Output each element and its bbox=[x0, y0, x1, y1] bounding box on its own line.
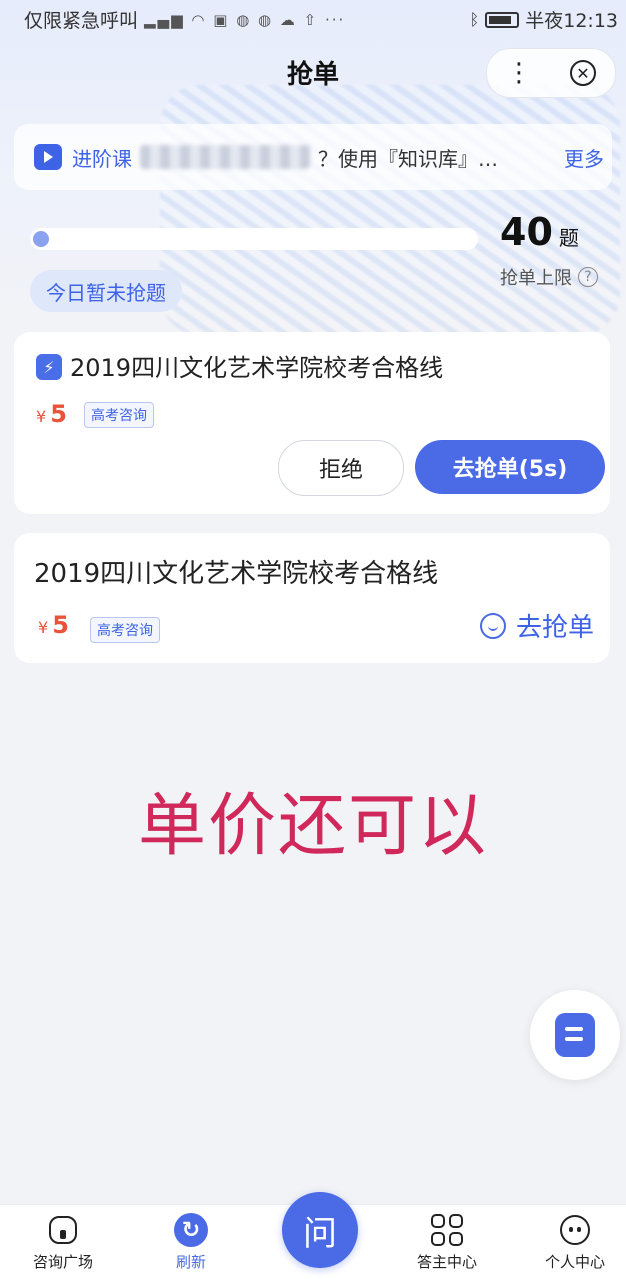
nav-label: 个人中心 bbox=[544, 1253, 605, 1271]
quota-progress-fill bbox=[33, 231, 49, 247]
notice-bar[interactable]: 进阶课 ？使用『知识库』… 更多 bbox=[14, 124, 612, 190]
home-icon-wrap bbox=[46, 1213, 80, 1247]
title-bar: 抢单 ⋮ ✕ bbox=[0, 44, 626, 100]
grid-icon-wrap bbox=[430, 1213, 464, 1247]
redacted-text bbox=[140, 145, 310, 169]
note-icon bbox=[555, 1013, 595, 1057]
bluetooth-icon: ᛒ bbox=[469, 10, 480, 29]
category-tag: 高考咨询 bbox=[84, 402, 154, 428]
notice-text: ？使用『知识库』… bbox=[318, 146, 498, 171]
question-title: 2019四川文化艺术学院校考合格线 bbox=[70, 354, 444, 382]
question-card-active: ⚡ 2019四川文化艺术学院校考合格线 ¥ 5 高考咨询 拒绝 去抢单(5s) bbox=[14, 332, 610, 514]
reject-button[interactable]: 拒绝 bbox=[278, 440, 404, 496]
home-icon bbox=[49, 1216, 77, 1244]
ask-button[interactable]: 问 bbox=[282, 1192, 358, 1268]
refresh-icon-wrap: ↻ bbox=[174, 1213, 208, 1247]
category-tag: 高考咨询 bbox=[90, 617, 160, 643]
nav-item-plaza[interactable]: 咨询广场 bbox=[13, 1213, 113, 1272]
price-value: 5 bbox=[52, 611, 69, 639]
close-icon: ✕ bbox=[570, 60, 596, 86]
today-status-pill: 今日暂未抢题 bbox=[30, 270, 182, 312]
quota-progress-bar bbox=[30, 228, 478, 250]
overlay-caption: 单价还可以 bbox=[137, 787, 488, 866]
nav-item-refresh[interactable]: ↻ 刷新 bbox=[141, 1213, 241, 1272]
status-left: 仅限紧急呼叫 ▂▄▆ ◠ ▣ ◍ ◍ ☁ ⇧ ··· bbox=[24, 6, 345, 33]
nav-label: 答主中心 bbox=[416, 1253, 477, 1271]
more-menu-button[interactable]: ⋮ bbox=[499, 53, 539, 93]
quota-count-unit: 题 bbox=[558, 226, 579, 250]
status-right: ᛒ 半夜12:13 bbox=[470, 6, 618, 33]
grid-icon bbox=[431, 1214, 463, 1246]
status-time: 半夜12:13 bbox=[525, 10, 618, 32]
floating-action-button[interactable] bbox=[530, 990, 620, 1080]
currency-symbol: ¥ bbox=[38, 618, 49, 637]
nav-label: 咨询广场 bbox=[32, 1253, 93, 1271]
quota-count-number: 40 bbox=[500, 210, 553, 254]
carrier-text: 仅限紧急呼叫 bbox=[24, 10, 139, 32]
question-title: 2019四川文化艺术学院校考合格线 bbox=[34, 559, 439, 589]
nav-item-profile[interactable]: 个人中心 bbox=[525, 1213, 625, 1272]
question-card[interactable]: 2019四川文化艺术学院校考合格线 ¥ 5 高考咨询 去抢单 bbox=[14, 533, 610, 663]
more-vertical-icon: ⋮ bbox=[506, 58, 532, 88]
grab-order-label: 去抢单 bbox=[515, 613, 594, 643]
close-button[interactable]: ✕ bbox=[563, 53, 603, 93]
battery-icon bbox=[485, 11, 520, 28]
status-bar: 仅限紧急呼叫 ▂▄▆ ◠ ▣ ◍ ◍ ☁ ⇧ ··· ᛒ 半夜12:13 bbox=[0, 0, 626, 36]
notice-more-link[interactable]: 更多 bbox=[564, 143, 604, 172]
price-value: 5 bbox=[50, 400, 67, 428]
video-play-icon bbox=[34, 144, 62, 170]
grab-order-button[interactable]: 去抢单(5s) bbox=[415, 440, 605, 494]
help-icon[interactable]: ? bbox=[578, 267, 598, 287]
nav-label: 刷新 bbox=[175, 1253, 206, 1271]
person-icon bbox=[560, 1215, 590, 1245]
lightning-icon: ⚡ bbox=[36, 354, 62, 380]
refresh-icon: ↻ bbox=[174, 1213, 208, 1247]
person-icon-wrap bbox=[558, 1213, 592, 1247]
price: ¥ 5 bbox=[38, 611, 69, 639]
price: ¥ 5 bbox=[36, 400, 67, 428]
grab-order-link[interactable]: 去抢单 bbox=[479, 607, 594, 644]
mini-program-capsule: ⋮ ✕ bbox=[486, 48, 616, 98]
nav-item-answerer-center[interactable]: 答主中心 bbox=[397, 1213, 497, 1272]
notice-tag: 进阶课 bbox=[72, 146, 132, 171]
status-icons: ▂▄▆ ◠ ▣ ◍ ◍ ☁ ⇧ ··· bbox=[144, 10, 346, 29]
currency-symbol: ¥ bbox=[36, 407, 47, 426]
quota-count: 40 题 bbox=[500, 210, 579, 254]
quota-limit: 抢单上限 ? bbox=[500, 264, 598, 290]
quota-limit-label: 抢单上限 bbox=[500, 268, 572, 289]
smile-icon bbox=[479, 612, 506, 639]
